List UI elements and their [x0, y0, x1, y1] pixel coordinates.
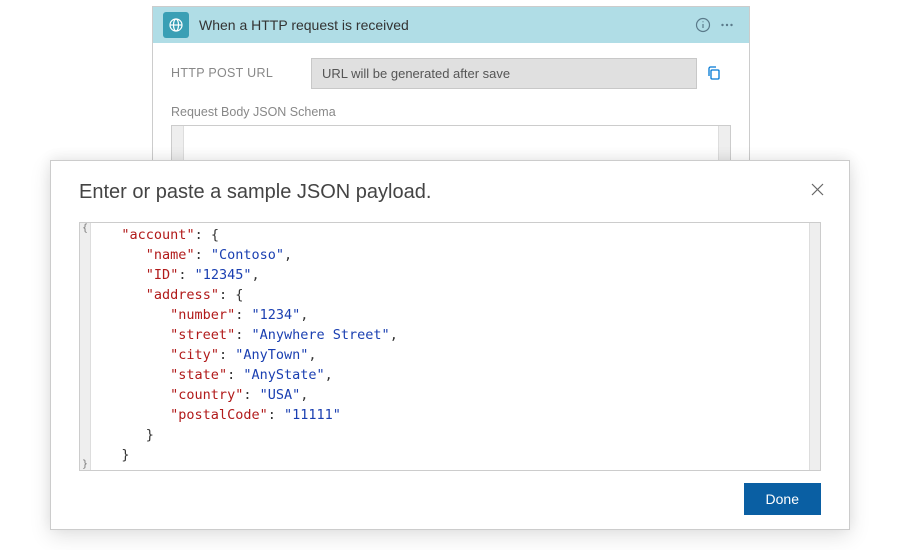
- fold-close-icon[interactable]: }: [81, 459, 89, 470]
- fold-open-icon[interactable]: {: [81, 223, 89, 234]
- code-content[interactable]: "account": { "name": "Contoso", "ID": "1…: [91, 223, 809, 470]
- more-icon[interactable]: [715, 13, 739, 37]
- trigger-title: When a HTTP request is received: [199, 17, 691, 33]
- dialog-title: Enter or paste a sample JSON payload.: [79, 181, 821, 204]
- trigger-header[interactable]: When a HTTP request is received: [153, 7, 749, 43]
- editor-gutter: { }: [80, 223, 91, 470]
- url-label: HTTP POST URL: [171, 66, 311, 80]
- dialog-footer: Done: [79, 483, 821, 515]
- http-trigger-card: When a HTTP request is received HTTP POS…: [152, 6, 750, 186]
- editor-scrollbar[interactable]: [809, 223, 820, 470]
- json-payload-editor[interactable]: { } "account": { "name": "Contoso", "ID"…: [79, 222, 821, 471]
- url-row: HTTP POST URL URL will be generated afte…: [171, 57, 731, 89]
- schema-label: Request Body JSON Schema: [171, 105, 731, 119]
- http-globe-icon: [163, 12, 189, 38]
- sample-payload-dialog: Enter or paste a sample JSON payload. { …: [50, 160, 850, 530]
- copy-icon[interactable]: [697, 57, 731, 89]
- url-field: URL will be generated after save: [311, 58, 697, 89]
- done-button[interactable]: Done: [744, 483, 821, 515]
- info-icon[interactable]: [691, 13, 715, 37]
- close-icon[interactable]: [803, 175, 831, 203]
